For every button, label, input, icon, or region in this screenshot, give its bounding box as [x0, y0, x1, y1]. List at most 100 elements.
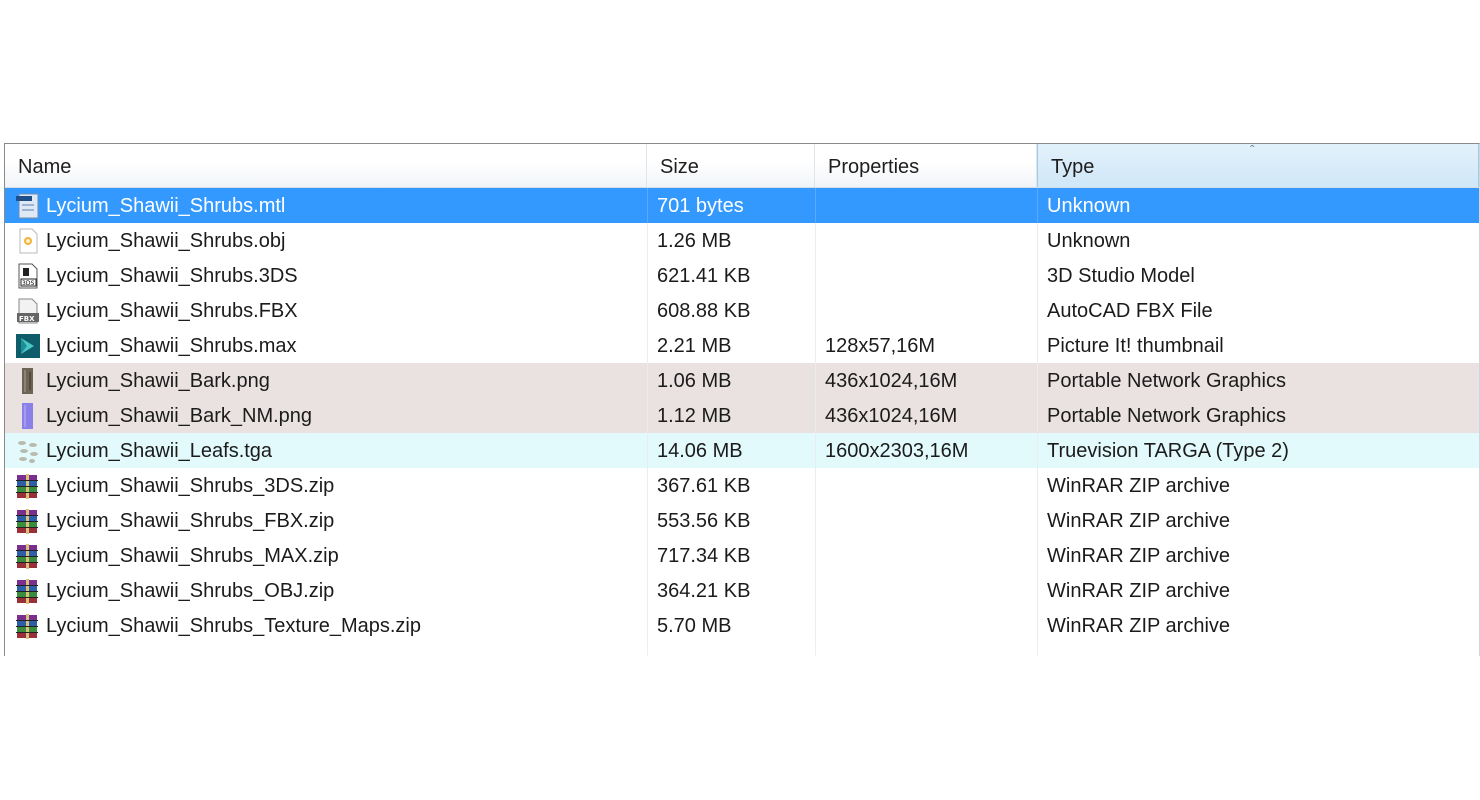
file-row[interactable]: 3DS Lycium_Shawii_Shrubs.3DS 621.41 KB 3D S…: [5, 258, 1479, 293]
bark-texture-icon: [14, 367, 42, 395]
file-name: Lycium_Shawii_Shrubs.FBX: [46, 300, 298, 322]
cell-divider: [647, 398, 648, 433]
cell-divider: [647, 573, 648, 608]
column-header-type-label: Type: [1051, 156, 1095, 178]
file-name: Lycium_Shawii_Bark.png: [46, 370, 270, 392]
file-type: Unknown: [1047, 195, 1131, 217]
cell-divider: [1037, 573, 1038, 608]
file-size: 717.34 KB: [657, 545, 751, 567]
file-type: WinRAR ZIP archive: [1047, 475, 1231, 497]
file-type: Portable Network Graphics: [1047, 370, 1286, 392]
cell-divider: [647, 503, 648, 538]
cell-divider: [815, 223, 816, 258]
file-rows: Lycium_Shawii_Shrubs.mtl 701 bytes Unknown…: [5, 188, 1479, 643]
3ds-file-icon: 3DS: [14, 262, 42, 290]
cell-divider: [815, 188, 816, 223]
cell-divider: [647, 328, 648, 363]
file-name: Lycium_Shawii_Shrubs_MAX.zip: [46, 545, 339, 567]
column-header-name[interactable]: Name: [5, 144, 647, 187]
column-header-size-label: Size: [660, 156, 699, 178]
cell-divider: [815, 503, 816, 538]
file-name: Lycium_Shawii_Shrubs.obj: [46, 230, 286, 252]
svg-text:3DS: 3DS: [22, 280, 34, 287]
file-row[interactable]: Lycium_Shawii_Shrubs.mtl 701 bytes Unknown: [5, 188, 1479, 223]
file-list-view: Name Size Properties Type ˆ Lycium_Shawi…: [4, 143, 1480, 656]
leaf-texture-icon: [14, 437, 42, 465]
file-type: WinRAR ZIP archive: [1047, 615, 1231, 637]
file-size: 608.88 KB: [657, 300, 751, 322]
cell-divider: [815, 538, 816, 573]
cell-divider: [647, 258, 648, 293]
cell-divider: [815, 608, 816, 643]
column-header-type[interactable]: Type: [1037, 144, 1479, 187]
column-header-size[interactable]: Size: [647, 144, 815, 187]
winrar-archive-icon: [14, 612, 42, 640]
winrar-archive-icon: [14, 577, 42, 605]
file-row[interactable]: Lycium_Shawii_Shrubs_3DS.zip 367.61 KB Win…: [5, 468, 1479, 503]
file-row[interactable]: Lycium_Shawii_Shrubs_Texture_Maps.zip 5.7…: [5, 608, 1479, 643]
file-properties: 436x1024,16M: [825, 370, 958, 392]
3dsmax-file-icon: [14, 332, 42, 360]
cell-divider: [647, 468, 648, 503]
cell-divider: [1037, 503, 1038, 538]
cell-divider: [815, 328, 816, 363]
file-row[interactable]: FBX Lycium_Shawii_Shrubs.FBX 608.88 KB Auto…: [5, 293, 1479, 328]
cell-divider: [647, 188, 648, 223]
file-row[interactable]: Lycium_Shawii_Leafs.tga 14.06 MB 1600x2303…: [5, 433, 1479, 468]
cell-divider: [1037, 328, 1038, 363]
cell-divider: [815, 468, 816, 503]
file-row[interactable]: Lycium_Shawii_Shrubs.obj 1.26 MB Unknown: [5, 223, 1479, 258]
cell-divider: [1037, 608, 1038, 643]
file-size: 367.61 KB: [657, 475, 751, 497]
file-type: WinRAR ZIP archive: [1047, 510, 1231, 532]
file-size: 1.06 MB: [657, 370, 732, 392]
file-row[interactable]: Lycium_Shawii_Shrubs.max 2.21 MB 128x57,16…: [5, 328, 1479, 363]
file-size: 364.21 KB: [657, 580, 751, 602]
cell-divider: [647, 363, 648, 398]
file-size: 621.41 KB: [657, 265, 751, 287]
file-row[interactable]: Lycium_Shawii_Shrubs_FBX.zip 553.56 KB Win…: [5, 503, 1479, 538]
file-name: Lycium_Shawii_Shrubs.max: [46, 335, 297, 357]
cell-divider: [815, 258, 816, 293]
column-header-name-label: Name: [18, 156, 72, 178]
file-type: Portable Network Graphics: [1047, 405, 1286, 427]
file-name: Lycium_Shawii_Shrubs_Texture_Maps.zip: [46, 615, 421, 637]
file-row[interactable]: Lycium_Shawii_Bark_NM.png 1.12 MB 436x1024…: [5, 398, 1479, 433]
cell-divider: [1037, 223, 1038, 258]
file-row[interactable]: Lycium_Shawii_Shrubs_MAX.zip 717.34 KB Win…: [5, 538, 1479, 573]
file-type: WinRAR ZIP archive: [1047, 545, 1231, 567]
cell-divider: [1037, 468, 1038, 503]
file-properties: 1600x2303,16M: [825, 440, 969, 462]
file-name: Lycium_Shawii_Shrubs_FBX.zip: [46, 510, 335, 532]
column-header-properties[interactable]: Properties: [815, 144, 1037, 187]
file-name: Lycium_Shawii_Bark_NM.png: [46, 405, 313, 427]
cell-divider: [647, 223, 648, 258]
winrar-archive-icon: [14, 472, 42, 500]
file-size: 701 bytes: [657, 195, 744, 217]
cell-divider: [647, 608, 648, 643]
file-properties: 436x1024,16M: [825, 405, 958, 427]
cell-divider: [815, 363, 816, 398]
fbx-file-icon: FBX: [14, 297, 42, 325]
file-type: 3D Studio Model: [1047, 265, 1195, 287]
file-size: 1.26 MB: [657, 230, 732, 252]
file-name: Lycium_Shawii_Shrubs_OBJ.zip: [46, 580, 335, 602]
cell-divider: [1037, 293, 1038, 328]
file-row[interactable]: Lycium_Shawii_Bark.png 1.06 MB 436x1024,16…: [5, 363, 1479, 398]
svg-text:FBX: FBX: [19, 315, 35, 323]
file-size: 1.12 MB: [657, 405, 732, 427]
cell-divider: [815, 433, 816, 468]
column-header-bar: Name Size Properties Type ˆ: [5, 144, 1479, 188]
file-size: 553.56 KB: [657, 510, 751, 532]
obj-file-icon: [14, 227, 42, 255]
file-type: WinRAR ZIP archive: [1047, 580, 1231, 602]
cell-divider: [647, 293, 648, 328]
file-size: 5.70 MB: [657, 615, 732, 637]
cell-divider: [815, 573, 816, 608]
file-name: Lycium_Shawii_Shrubs_3DS.zip: [46, 475, 335, 497]
file-size: 14.06 MB: [657, 440, 743, 462]
cell-divider: [1037, 433, 1038, 468]
file-row[interactable]: Lycium_Shawii_Shrubs_OBJ.zip 364.21 KB Win…: [5, 573, 1479, 608]
file-name: Lycium_Shawii_Shrubs.3DS: [46, 265, 298, 287]
file-type: Picture It! thumbnail: [1047, 335, 1224, 357]
